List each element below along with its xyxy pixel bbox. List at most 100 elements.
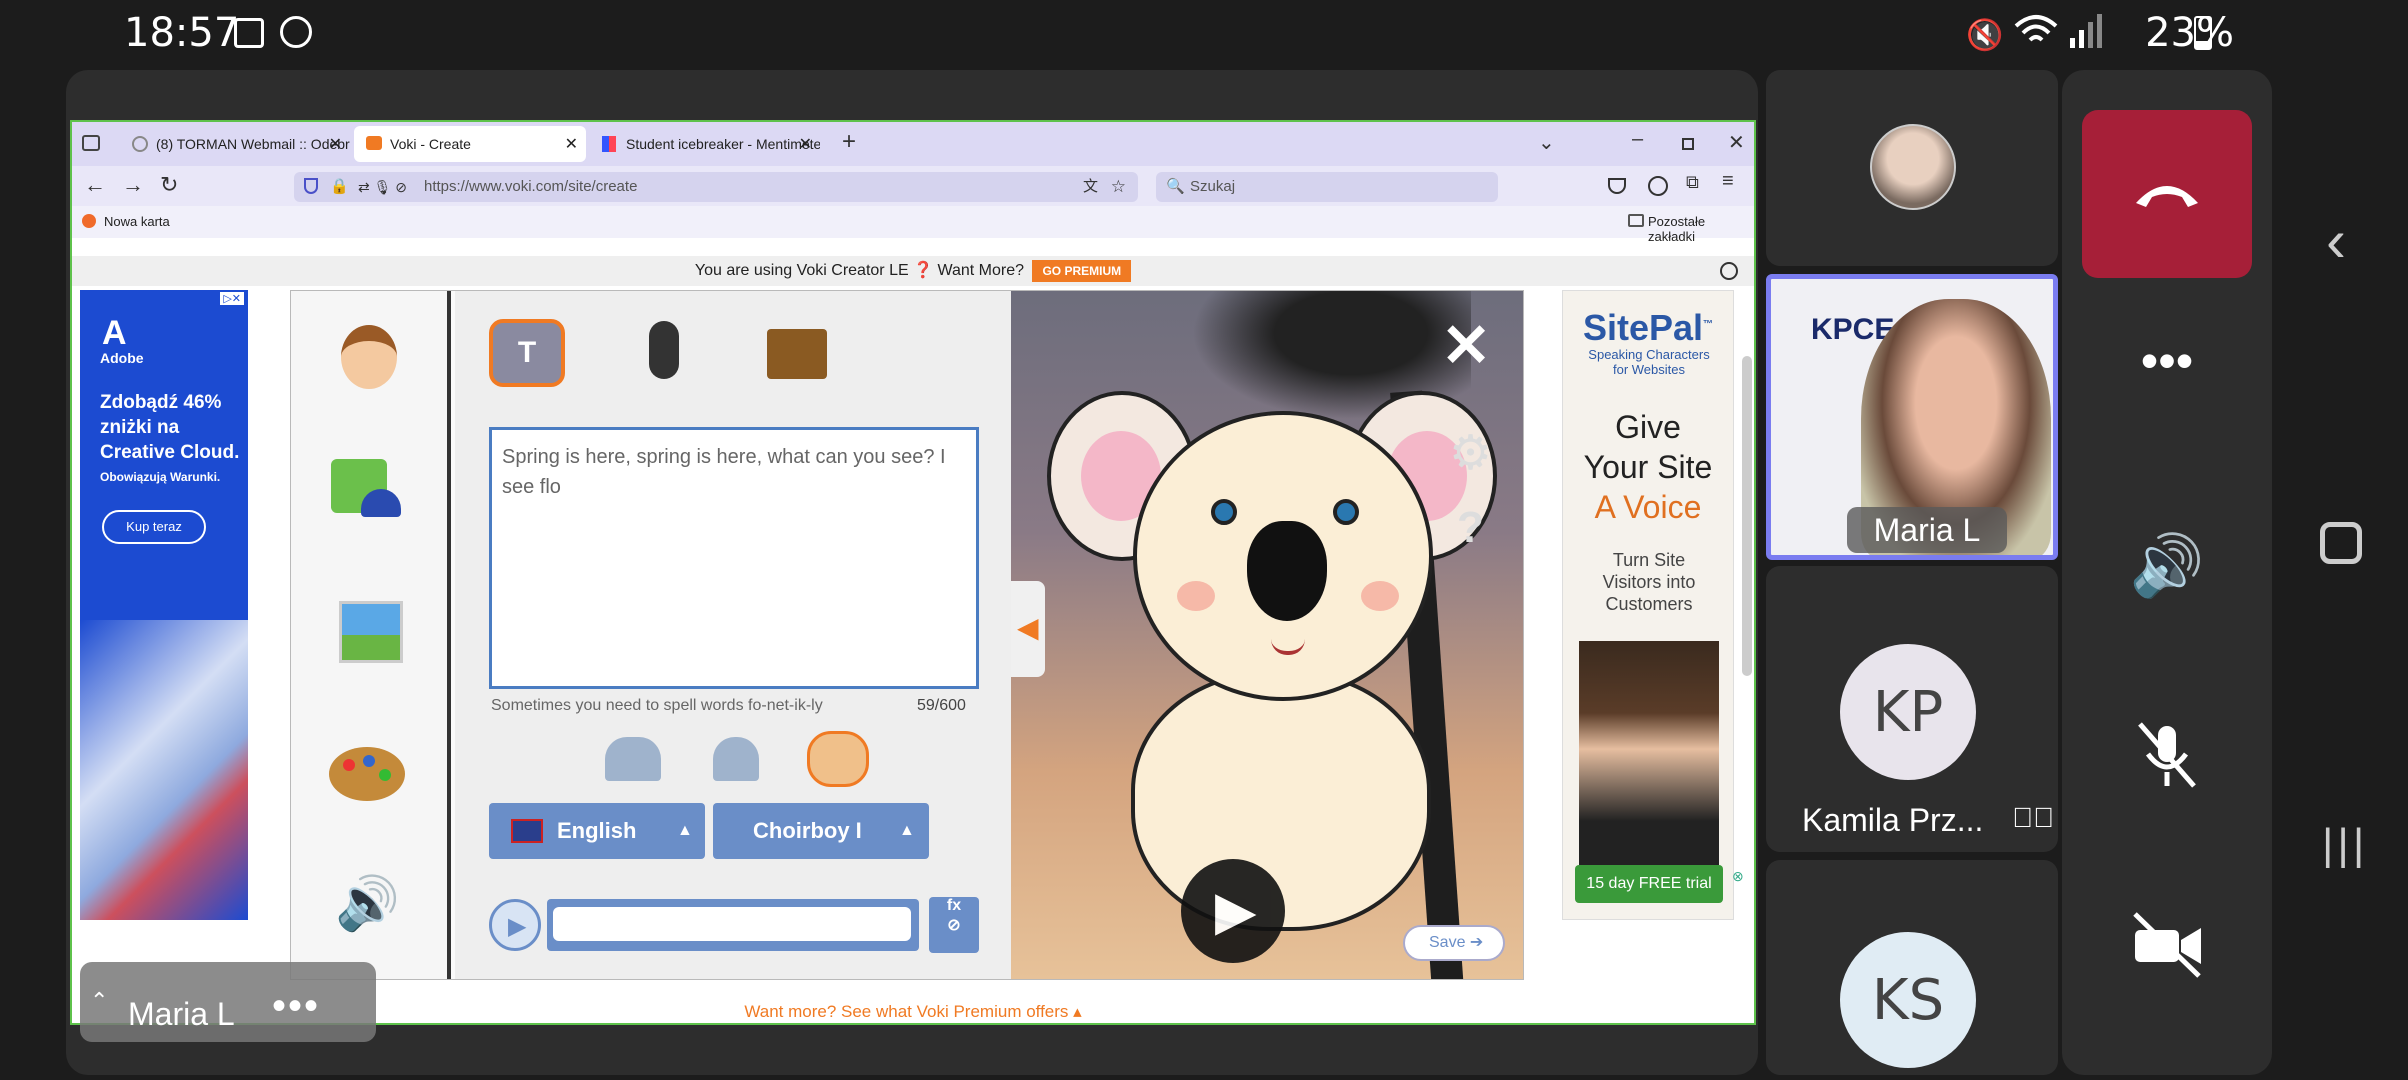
search-placeholder: Szukaj (1190, 178, 1236, 195)
more-options-icon[interactable]: ••• (272, 984, 320, 1029)
group-icon[interactable] (713, 737, 759, 781)
save-button[interactable]: Save ➔ (1403, 925, 1505, 961)
triangle-left-icon: ◀ (1017, 612, 1039, 643)
koala-character (1047, 371, 1497, 931)
play-character-button[interactable]: ▶ (1181, 859, 1285, 963)
spokeswoman-image (1579, 641, 1719, 881)
adobe-logo-icon: A (102, 314, 127, 352)
tab-webmail[interactable]: (8) TORMAN Webmail :: Odebr ✕ (120, 126, 350, 162)
ad-choices-icon[interactable]: ▷✕ (220, 292, 244, 305)
adobe-brand: Adobe (100, 350, 144, 366)
video-tile-maria[interactable]: KPCE Maria L (1766, 274, 2058, 560)
close-tab-icon[interactable]: ✕ (565, 134, 578, 154)
audio-progress-bar[interactable] (547, 899, 919, 951)
speaker-icon[interactable]: 🔊 (335, 873, 400, 934)
participant-tile-ks[interactable]: KS (1766, 860, 2058, 1075)
page-scrollbar[interactable] (1742, 356, 1752, 676)
language-select[interactable]: English ▲ (489, 803, 705, 859)
background-icon[interactable] (339, 601, 403, 663)
back-nav-icon[interactable]: ‹ (2326, 206, 2346, 275)
participant-tile-kamila[interactable]: KP Kamila Prz... 🎙⃠ (1766, 566, 2058, 852)
text-to-speech-icon[interactable]: T (489, 319, 565, 387)
translate-icon[interactable]: 文 (1083, 172, 1098, 202)
save-label: Save (1429, 934, 1466, 951)
fx-button[interactable]: fx ⊘ (929, 897, 979, 953)
sitepal-tagline: Speaking Characters for Websites (1588, 347, 1710, 377)
voice-select[interactable]: Choirboy I ▲ (713, 803, 929, 859)
tab-mentimeter[interactable]: Student icebreaker - Mentimete ✕ (590, 126, 820, 162)
presenter-name: Maria L (128, 996, 235, 1032)
free-trial-button[interactable]: 15 day FREE trial (1575, 865, 1723, 903)
adobe-cta-button[interactable]: Kup teraz (102, 510, 206, 544)
voki-tab-icon (366, 136, 382, 150)
muted-mic-icon: 🎙⃠ (2012, 802, 2054, 833)
speaker-button[interactable]: 🔊 (2082, 490, 2252, 640)
reload-icon[interactable]: ↻ (160, 172, 178, 198)
caret-up-icon: ▲ (677, 822, 693, 839)
new-tab-icon[interactable]: + (842, 128, 856, 156)
character-face-icon[interactable] (341, 325, 397, 389)
lock-icon[interactable]: 🔒 (330, 172, 349, 202)
end-call-button[interactable] (2082, 110, 2252, 278)
star-icon[interactable]: ☆ (1111, 172, 1126, 202)
close-tab-icon[interactable]: ✕ (799, 134, 812, 154)
fx-label: fx (946, 897, 962, 914)
palette-icon[interactable] (329, 747, 405, 801)
voki-page: You are using Voki Creator LE ❓ Want Mor… (72, 246, 1754, 1023)
bookmark-new-tab[interactable]: Nowa karta (104, 214, 170, 229)
self-view-tile[interactable] (1766, 70, 2058, 266)
tab-voki[interactable]: Voki - Create ✕ (354, 126, 586, 162)
back-icon[interactable]: ← (84, 172, 106, 198)
ad-close-icon[interactable]: ⊗ (1732, 868, 1744, 885)
settings-gear-icon[interactable]: ⚙ (1449, 425, 1492, 481)
adobe-ad[interactable]: ▷✕ A Adobe Zdobądź 46% zniżki na Creativ… (80, 290, 248, 920)
close-banner-icon[interactable] (1720, 262, 1738, 280)
sitepal-ad[interactable]: SitePal™ Speaking Characters for Website… (1562, 290, 1734, 920)
presenter-label[interactable]: ⌃ Maria L ••• (80, 962, 376, 1042)
camera-off-button[interactable] (2082, 870, 2252, 1020)
shield-icon[interactable] (304, 178, 318, 194)
menu-icon[interactable]: ≡ (1722, 170, 1734, 193)
tab-label: (8) TORMAN Webmail :: Odebr (156, 136, 350, 152)
minimize-icon[interactable]: – (1632, 128, 1643, 151)
participant-name: Maria L (1873, 512, 1981, 548)
mute-mic-button[interactable] (2082, 680, 2252, 830)
chevron-down-icon[interactable]: ⌄ (1538, 130, 1555, 155)
help-icon[interactable]: ? (1457, 503, 1484, 553)
stage-collapse-tab[interactable]: ◀ (1011, 581, 1045, 677)
forward-icon[interactable]: → (122, 172, 144, 198)
chevron-up-icon[interactable]: ⌃ (90, 988, 108, 1014)
name-chip: Maria L (1847, 507, 2007, 553)
people-icon[interactable] (605, 737, 661, 781)
clothing-icon[interactable] (331, 459, 401, 519)
bookmarks-bar: Nowa karta Pozostałe zakładki (72, 206, 1754, 244)
bookmark-other[interactable]: Pozostałe zakładki (1648, 214, 1754, 244)
search-input[interactable]: 🔍 Szukaj (1156, 172, 1498, 202)
fx-effects-icon[interactable] (807, 731, 869, 787)
battery-icon (2194, 16, 2212, 50)
pocket-icon[interactable] (1608, 178, 1626, 194)
participant-name: Kamila Prz... (1802, 802, 1984, 838)
avatar-initials: KS (1840, 932, 1976, 1068)
tab-list-icon[interactable] (82, 135, 100, 151)
mic-off-icon (2138, 722, 2196, 788)
close-tab-icon[interactable]: ✕ (329, 134, 342, 154)
tab-label: Student icebreaker - Mentimete (626, 136, 820, 152)
upload-audio-icon[interactable] (767, 329, 827, 379)
url-text: https://www.voki.com/site/create (424, 178, 638, 195)
address-bar[interactable]: 🔒 ⇄ 🎙 ⊘ https://www.voki.com/site/create… (294, 172, 1138, 202)
home-nav-icon[interactable] (2320, 522, 2362, 564)
recents-nav-icon[interactable]: ||| (2322, 820, 2368, 870)
ad-turn-visitors: Turn Site Visitors into Customers (1602, 550, 1696, 614)
account-icon[interactable] (1648, 176, 1668, 196)
close-window-icon[interactable]: ✕ (1728, 130, 1745, 155)
more-options-button[interactable]: ••• (2082, 296, 2252, 426)
extensions-icon[interactable]: ⧉ (1686, 172, 1699, 193)
close-stage-icon[interactable]: ✕ (1441, 311, 1491, 381)
microphone-icon[interactable] (649, 321, 679, 379)
speech-text-area[interactable]: Spring is here, spring is here, what can… (489, 427, 979, 689)
play-preview-button[interactable]: ▶ (489, 899, 541, 951)
restore-icon[interactable] (1682, 138, 1694, 150)
voki-banner: You are using Voki Creator LE ❓ Want Mor… (72, 256, 1754, 286)
go-premium-button[interactable]: GO PREMIUM (1032, 260, 1132, 282)
